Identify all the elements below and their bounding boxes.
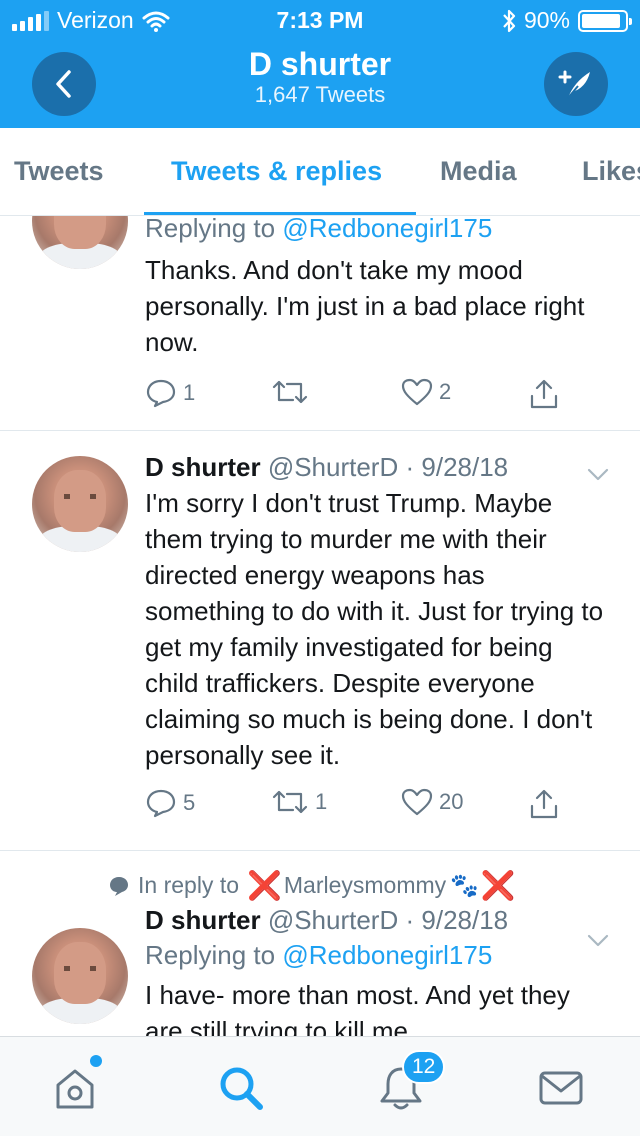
tweet-actions: 5 1 20 [145, 788, 585, 828]
avatar[interactable] [32, 456, 128, 552]
reply-button[interactable]: 5 [145, 788, 195, 818]
heart-icon [401, 788, 433, 816]
speech-bubble-icon [110, 876, 128, 896]
search-icon[interactable] [216, 1063, 266, 1113]
share-icon [530, 789, 558, 819]
author-name[interactable]: D shurter [145, 452, 261, 482]
bluetooth-icon [503, 9, 516, 32]
chevron-down-icon[interactable] [586, 462, 610, 486]
mention-link[interactable]: @Redbonegirl175 [282, 940, 492, 970]
bottom-tab-bar [0, 1036, 640, 1136]
tweet-date: 9/28/18 [421, 905, 509, 935]
share-icon [530, 379, 558, 409]
compose-tweet-button[interactable] [544, 52, 608, 116]
new-content-dot [90, 1055, 102, 1067]
tab-tweets-and-replies[interactable]: Tweets & replies [171, 156, 382, 187]
tab-media[interactable]: Media [440, 156, 517, 187]
author-handle[interactable]: @ShurterD [268, 452, 398, 482]
like-count: 2 [439, 379, 452, 404]
retweet-button[interactable]: 1 [271, 788, 327, 816]
avatar[interactable] [32, 928, 128, 1024]
retweet-icon [272, 790, 308, 814]
reply-count: 5 [183, 790, 196, 815]
red-x-emoji: ❌ [247, 870, 282, 901]
share-button[interactable] [528, 788, 560, 820]
status-bar: Verizon 7:13 PM 90% [0, 0, 640, 40]
retweet-count: 1 [315, 789, 328, 814]
home-icon[interactable] [50, 1063, 100, 1113]
reply-icon [146, 789, 176, 818]
tweet-text: I have- more than most. And yet they are… [145, 980, 570, 1036]
tweet-item[interactable]: Replying to @Redbonegirl175 Thanks. And … [0, 216, 640, 431]
mention-link[interactable]: @Redbonegirl175 [282, 216, 492, 243]
tab-tweets[interactable]: Tweets [14, 156, 104, 187]
retweet-button[interactable] [271, 378, 315, 406]
retweet-icon [272, 380, 308, 404]
profile-header: Verizon 7:13 PM 90% D shurter 1,647 Twee… [0, 0, 640, 128]
author-handle[interactable]: @ShurterD [268, 905, 398, 935]
tweet-date: 9/28/18 [421, 452, 509, 482]
messages-icon[interactable] [536, 1063, 586, 1113]
tweet-header: D shurter @ShurterD · 9/28/18 [145, 905, 509, 935]
notification-count-badge: 12 [402, 1050, 446, 1084]
reply-context: In reply to ❌ Marleysmommy 🐾 ❌ [108, 869, 516, 902]
reply-count: 1 [183, 380, 196, 405]
chevron-down-icon[interactable] [586, 928, 610, 952]
heart-icon [401, 378, 433, 406]
tweet-actions: 1 2 [145, 378, 585, 418]
reply-button[interactable]: 1 [145, 378, 195, 408]
tweet-item[interactable]: In reply to ❌ Marleysmommy 🐾 ❌ D shurter @S… [0, 851, 640, 1036]
tab-likes[interactable]: Likes [582, 156, 640, 187]
reply-icon [146, 379, 176, 408]
battery-icon [578, 9, 632, 32]
battery-percent: 90% [523, 7, 570, 33]
tweet-item[interactable]: D shurter @ShurterD · 9/28/18 I'm sorry … [0, 432, 640, 851]
paw-emoji: 🐾 [450, 872, 479, 898]
share-button[interactable] [528, 378, 560, 410]
like-button[interactable]: 2 [401, 378, 451, 406]
avatar[interactable] [32, 216, 128, 269]
context-username[interactable]: Marleysmommy [284, 872, 446, 899]
tweet-text: Thanks. And don't take my mood personall… [145, 255, 585, 357]
replying-to-line: Replying to @Redbonegirl175 [145, 216, 610, 244]
replying-to-line: Replying to @Redbonegirl175 [145, 940, 493, 970]
tweet-text: I'm sorry I don't trust Trump. Maybe the… [145, 488, 604, 770]
red-x-emoji: ❌ [480, 870, 516, 901]
profile-tabs: Tweets Tweets & replies Media Likes [0, 128, 640, 216]
tweet-feed[interactable]: Replying to @Redbonegirl175 Thanks. And … [0, 216, 640, 1036]
author-name[interactable]: D shurter [145, 905, 261, 935]
tweet-header: D shurter @ShurterD · 9/28/18 [145, 452, 509, 482]
quill-plus-icon [558, 70, 590, 99]
like-count: 20 [439, 789, 464, 814]
like-button[interactable]: 20 [401, 788, 463, 816]
